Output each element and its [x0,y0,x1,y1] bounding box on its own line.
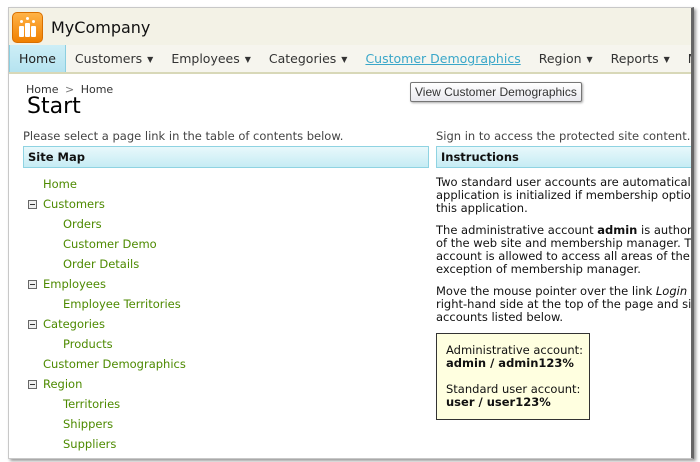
left-intro: Please select a page link in the table o… [23,129,344,143]
sitemap-link[interactable]: Suppliers [63,437,116,451]
admin-credentials: admin / admin123% [446,356,574,370]
company-logo-icon[interactable] [12,12,43,43]
text-line: right-hand side at the top of the page a… [436,297,692,311]
instructions-body: Two standard user accounts are automatic… [436,175,694,420]
sitemap-link[interactable]: Customers [43,197,105,211]
menu-item-label: Customers [74,51,143,66]
instructions-header: Instructions [436,146,691,168]
text: is author [637,223,692,237]
menu-item-employees[interactable]: Employees ▼ [162,45,260,72]
sitemap-link[interactable]: Employees [43,277,106,291]
right-intro: Sign in to access the protected site con… [436,129,691,143]
sitemap-link[interactable]: Categories [43,317,105,331]
text-line: exception of membership manager. [436,262,641,276]
sitemap-node: Orders [23,214,186,234]
menu-item-label: Reports [610,51,659,66]
dropdown-caret-icon: ▼ [341,55,348,64]
menu-item-label: Membe [688,51,691,66]
menu-item-label: Categories [268,51,337,66]
main-menu: Home Customers ▼ Employees ▼ Categories ▼ Custo… [9,45,691,74]
menu-item-home[interactable]: Home [9,45,66,72]
text: Move the mouse pointer over the link [436,284,656,298]
sitemap-node: Employee Territories [23,294,186,314]
collapse-toggle-icon[interactable] [28,320,37,329]
menu-item-membe[interactable]: Membe [679,45,691,72]
breadcrumb-current: Home [80,83,114,96]
sitemap-tree: Home Customers Orders Customer Demo Order De… [23,174,186,454]
user-credentials: user / user123% [446,395,551,409]
sitemap-link[interactable]: Customer Demographics [43,357,186,371]
collapse-toggle-icon[interactable] [28,380,37,389]
sitemap-header: Site Map [23,146,429,168]
sitemap-node: Categories [23,314,186,334]
dropdown-caret-icon: ▼ [663,55,670,64]
instructions-paragraph-3: Move the mouse pointer over the link Log… [436,284,692,324]
dropdown-caret-icon: ▼ [244,55,251,64]
sitemap-link[interactable]: Employee Territories [63,297,181,311]
text-line: accounts listed below. [436,310,563,324]
menu-item-customer-demographics[interactable]: Customer Demographics [356,45,529,72]
dropdown-caret-icon: ▼ [147,55,154,64]
sitemap-node: Customer Demo [23,234,186,254]
menu-item-customers[interactable]: Customers ▼ [66,45,162,72]
sitemap-link[interactable]: Customer Demo [63,237,157,251]
menu-item-label: Home [19,51,56,66]
menu-item-label: Customer Demographics [365,51,521,66]
sitemap-link[interactable]: Order Details [63,257,139,271]
sitemap-node: Territories [23,394,186,414]
sitemap-link[interactable]: Territories [63,397,120,411]
sitemap-link[interactable]: Products [63,337,113,351]
sitemap-link[interactable]: Orders [63,217,102,231]
sitemap-node: Order Details [23,254,186,274]
sitemap-node: Customers [23,194,186,214]
menu-item-categories[interactable]: Categories ▼ [260,45,357,72]
sitemap-node: Customer Demographics [23,354,186,374]
instructions-paragraph-2: The administrative account admin is auth… [436,223,692,276]
menu-item-reports[interactable]: Reports ▼ [602,45,679,72]
sitemap-node: Products [23,334,186,354]
accounts-box: Administrative account: admin / admin123… [436,333,590,420]
sitemap-node: Suppliers [23,434,186,454]
menu-item-region[interactable]: Region ▼ [530,45,602,72]
text-line: this application. [436,201,528,215]
collapse-toggle-icon[interactable] [28,200,37,209]
menu-item-label: Employees [171,51,240,66]
text-line: account is allowed to access all areas o… [436,249,690,263]
text-line: application is initialized if membership… [436,188,694,202]
tooltip: View Customer Demographics [410,82,582,102]
sitemap-node: Employees [23,274,186,294]
header: MyCompany [9,8,691,45]
sitemap-node: Shippers [23,414,186,434]
sitemap-node: Home [23,174,186,194]
dropdown-caret-icon: ▼ [586,55,593,64]
text: The administrative account [436,223,598,237]
page-title: Start [27,94,81,119]
admin-text: admin [597,223,638,237]
text-line: Two standard user accounts are automatic… [436,175,691,189]
browser-page: MyCompany Home Customers ▼ Employees ▼ Catego… [8,7,694,459]
sitemap-link[interactable]: Shippers [63,417,113,431]
text-line: of the web site and membership manager. … [436,236,692,250]
collapse-toggle-icon[interactable] [28,280,37,289]
sitemap-link[interactable]: Region [43,377,82,391]
sitemap-node: Region [23,374,186,394]
instructions-paragraph-1: Two standard user accounts are automatic… [436,175,694,215]
menu-item-label: Region [538,51,582,66]
login-text: Login [655,284,688,298]
sitemap-link[interactable]: Home [43,177,77,191]
brand-name: MyCompany [51,18,151,37]
